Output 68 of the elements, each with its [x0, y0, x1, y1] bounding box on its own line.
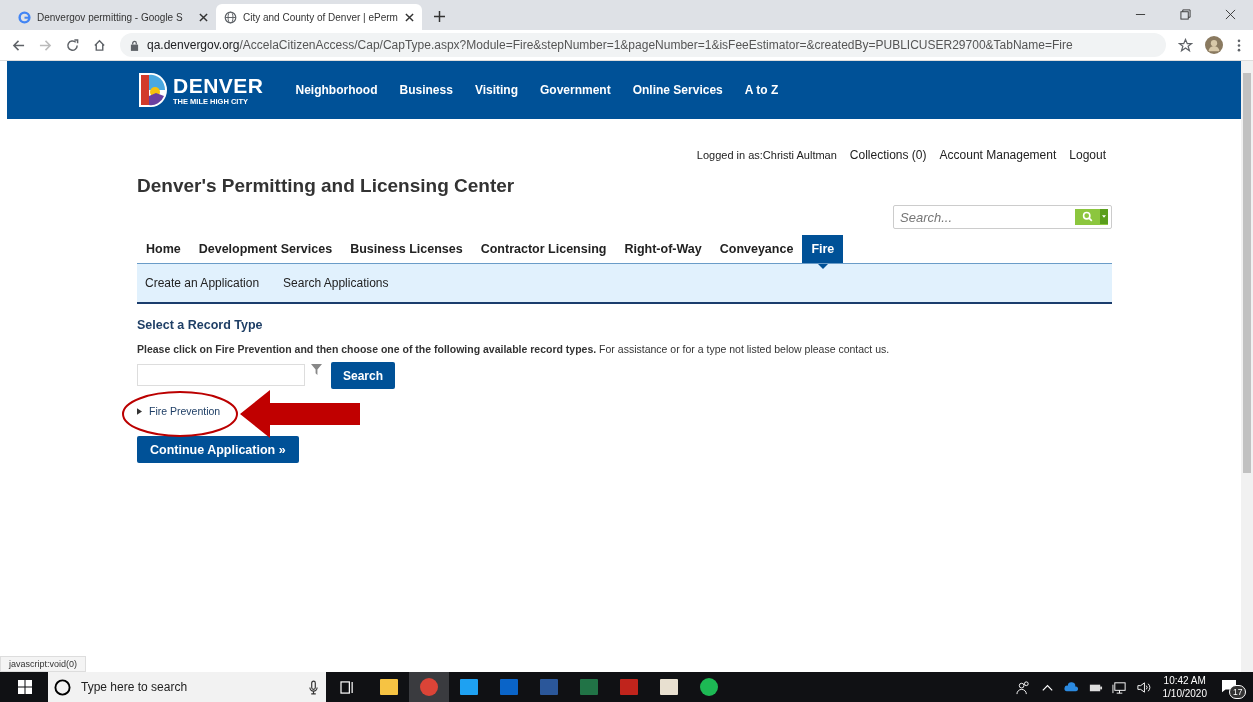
menu-icon[interactable]	[1237, 38, 1241, 52]
new-tab-icon[interactable]	[434, 11, 445, 22]
tab-title: City and County of Denver | ePerm	[243, 11, 399, 23]
filter-icon[interactable]	[311, 364, 322, 375]
instructions-text: Please click on Fire Prevention and then choose one of the following available record types. For assistance or for a type not listed below please contact us.	[137, 343, 891, 355]
section-heading: Select a Record Type	[137, 318, 264, 332]
search-button[interactable]: Search	[331, 362, 396, 389]
expand-arrow-icon[interactable]	[137, 407, 142, 415]
module-tab[interactable]: Conveyance	[710, 235, 803, 263]
nav-link[interactable]: Neighborhood	[295, 83, 378, 97]
browser-tab[interactable]: City and County of Denver | ePerm	[216, 4, 422, 30]
restore-icon[interactable]	[1180, 9, 1191, 20]
status-url: javascript:void(0)	[0, 656, 87, 672]
page-title: Denver's Permitting and Licensing Center	[137, 175, 516, 197]
task-view-icon[interactable]	[340, 680, 355, 694]
speaker-icon[interactable]	[1135, 679, 1151, 695]
google-g-icon	[18, 10, 31, 24]
square-app-icon[interactable]	[619, 677, 639, 697]
lock-icon	[130, 39, 139, 51]
module-tab[interactable]: Right-of-Way	[615, 235, 711, 263]
browser-tab[interactable]: Denvergov permitting - Google S	[10, 4, 216, 30]
city-logo-icon[interactable]	[137, 72, 167, 108]
module-tab[interactable]: Business Licenses	[341, 235, 472, 263]
taskbar-search-field[interactable]: Type here to search	[79, 679, 301, 695]
account-link[interactable]: Logout	[1069, 148, 1106, 162]
subtab-link[interactable]: Search Applications	[283, 276, 389, 290]
clock-time[interactable]: 10:42 AM	[1163, 674, 1206, 687]
filter-input[interactable]	[137, 364, 305, 386]
nav-link[interactable]: A to Z	[744, 83, 779, 97]
clock-date[interactable]: 1/10/2020	[1162, 687, 1207, 700]
search-box[interactable]: Search...	[893, 205, 1112, 229]
home-icon[interactable]	[93, 38, 106, 52]
module-tab[interactable]: Home	[137, 235, 190, 263]
module-tab[interactable]: Development Services	[189, 235, 342, 263]
scrollbar[interactable]	[1241, 61, 1253, 672]
star-icon[interactable]	[1178, 37, 1193, 53]
circle-icon	[54, 678, 71, 696]
nav-link[interactable]: Business	[399, 83, 453, 97]
microphone-icon[interactable]	[309, 679, 318, 695]
search-field[interactable]: Search...	[898, 208, 1075, 226]
address-bar[interactable]: qa.denvergov.org/AccelaCitizenAccess/Cap/CapType.aspx?Module=Fire&stepNumber=1&pageNumber=1&isFeeEstimator=&createdBy=PUBLICUSER29700&TabName=Fire	[120, 33, 1166, 57]
windows-start-icon[interactable]	[18, 680, 32, 694]
taskbar-search-box[interactable]: Type here to search	[48, 672, 326, 702]
continue-application-button[interactable]: Continue Application »	[137, 436, 299, 463]
account-link[interactable]: Collections (0)	[849, 148, 927, 162]
account-link[interactable]: Account Management	[939, 148, 1057, 162]
tree-item-link[interactable]: Fire Prevention	[149, 405, 221, 417]
people-icon[interactable]	[1015, 679, 1031, 695]
logged-in-text: Logged in as:Christi Aultman	[696, 149, 837, 162]
logo-wordmark[interactable]: DENVER	[173, 74, 264, 96]
nav-link[interactable]: Visiting	[474, 83, 518, 97]
nav-link[interactable]: Online Services	[632, 83, 723, 97]
notification-count: 17	[1229, 685, 1247, 699]
close-icon[interactable]	[1225, 9, 1236, 20]
dropdown-caret-icon[interactable]	[1100, 209, 1108, 224]
back-arrow-icon[interactable]	[12, 38, 25, 52]
module-tab[interactable]: Fire	[802, 235, 844, 263]
module-tab[interactable]: Contractor Licensing	[471, 235, 616, 263]
avatar-icon[interactable]	[1205, 36, 1223, 54]
globe-icon	[224, 10, 237, 24]
subtab-link[interactable]: Create an Application	[145, 276, 260, 290]
tab-pointer-icon	[817, 264, 828, 269]
close-icon[interactable]	[405, 12, 414, 22]
tab-title: Denvergov permitting - Google S	[37, 11, 184, 23]
network-icon[interactable]	[1111, 679, 1127, 695]
nav-link[interactable]: Government	[540, 83, 611, 97]
reload-icon[interactable]	[66, 38, 79, 52]
close-icon[interactable]	[199, 12, 208, 22]
